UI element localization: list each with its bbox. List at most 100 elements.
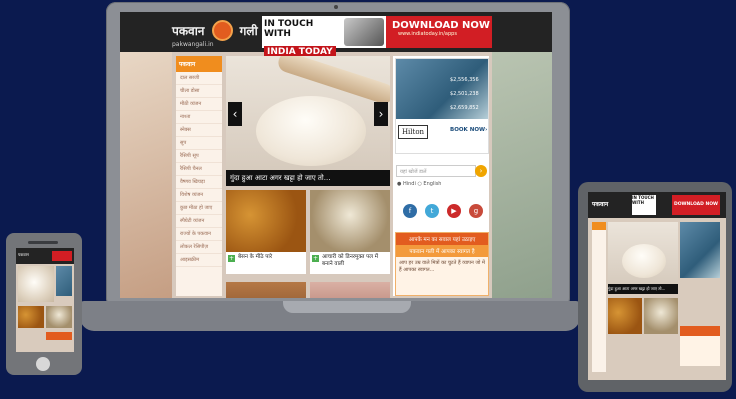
tablet-slider-caption[interactable]: गुंदा हुआ आटा अगर खट्टा हो जाए तो... (608, 284, 678, 294)
tablet-ad-download[interactable]: DOWNLOAD NOW (672, 195, 720, 215)
sidebar-item[interactable]: स्नेक्स (176, 124, 222, 137)
sidebar-item[interactable]: रैसिपी सूप (176, 150, 222, 163)
recipe-card[interactable]: + बेसन के मीठे पारे (226, 190, 306, 274)
tablet-recipe-image[interactable] (644, 298, 678, 334)
recipe-card[interactable]: + आचारी को डिनरमुक्त पल में बनाने वाली (310, 190, 390, 274)
laptop-screen: पकवान गली pakwangali.in IN TOUCH WITH IN… (120, 12, 552, 298)
sidebar-item[interactable]: कुछ मीठा हो जाए (176, 202, 222, 215)
radio-hindi-icon[interactable]: ● (397, 181, 401, 187)
sidebar-item[interactable]: मीठी व्यंजन (176, 98, 222, 111)
tablet-ad[interactable]: IN TOUCH WITH (632, 195, 656, 215)
phone-screen: पकवान (16, 248, 74, 352)
language-selector[interactable]: ● Hindi ○ English (397, 181, 441, 187)
site-header: पकवान गली pakwangali.in IN TOUCH WITH IN… (120, 12, 552, 58)
ad-url: www.indiatoday.in/apps (398, 31, 457, 37)
phone-slider[interactable] (18, 266, 54, 302)
tablet-sidebar (592, 222, 606, 372)
google-plus-icon[interactable]: g (469, 204, 483, 218)
page-background-left (120, 52, 172, 298)
tablet-slider[interactable]: गुंदा हुआ आटा अगर खट्टा हो जाए तो... (608, 222, 678, 294)
lang-hindi: Hindi (402, 181, 416, 187)
promo-text: आप हर उम्र वाले मित्रों का चुटते हैं व्य… (399, 260, 485, 273)
promo-subtitle: पकवान गली में आपका स्वागत है (396, 245, 488, 257)
logo-second-text: गली (239, 24, 258, 38)
ad-phone-image (344, 18, 384, 46)
promo-box: आपके मन का सवाल यहां उठाइए पकवान गली में… (395, 232, 489, 296)
plus-icon: + (228, 255, 235, 262)
facebook-icon[interactable]: f (403, 204, 417, 218)
sidebar-item[interactable]: रैसिपी चैनल (176, 163, 222, 176)
phone-speaker (28, 241, 58, 244)
sidebar-item[interactable]: वैष्णव खिचड़ा (176, 176, 222, 189)
tablet-screen: पकवान IN TOUCH WITH DOWNLOAD NOW गुंदा ह… (588, 192, 726, 380)
youtube-icon[interactable]: ▶ (447, 204, 461, 218)
sidebar-title: पकवान (176, 56, 222, 72)
search-input[interactable]: यहां खोजें डालें (396, 165, 476, 177)
sidebar-item[interactable]: आइसक्रीम (176, 254, 222, 267)
sidebar-item[interactable]: नाश्ता (176, 111, 222, 124)
sidebar-item[interactable]: सूप (176, 137, 222, 150)
recipe-caption-text: बेसन के मीठे पारे (238, 254, 273, 260)
search-button[interactable]: › (475, 165, 487, 177)
sidebar-item[interactable]: लोकल रेसिपीज़ (176, 241, 222, 254)
logo-domain: pakwangali.in (172, 41, 214, 48)
header-ad-banner[interactable]: IN TOUCH WITH INDIA TODAY DOWNLOAD NOW w… (262, 16, 492, 58)
phone-promo-title[interactable] (46, 332, 72, 340)
recipe-caption[interactable]: + आचारी को डिनरमुक्त पल में बनाने वाली (310, 252, 390, 274)
logo-emblem-icon (211, 20, 233, 41)
hilton-logo: Hilton (398, 125, 428, 139)
tablet-hilton-ad[interactable] (680, 222, 720, 278)
hilton-price: $2,556,356 (450, 77, 479, 83)
recipe-card[interactable] (310, 282, 390, 298)
phone-recipe-image[interactable] (18, 306, 44, 328)
lang-english: English (423, 181, 442, 187)
tablet-dough-image (622, 244, 666, 278)
phone-ad[interactable] (52, 251, 72, 261)
phone-logo[interactable]: पकवान (18, 252, 29, 258)
logo-main-text: पकवान (172, 24, 205, 38)
twitter-icon[interactable]: t (425, 204, 439, 218)
sidebar-item[interactable]: स्पैघेटी व्यंजन (176, 215, 222, 228)
recipe-image[interactable] (310, 190, 390, 252)
featured-slider[interactable]: ‹ › गुंदा हुआ आटा अगर खट्टा हो जाए तो... (226, 56, 390, 186)
slider-prev-button[interactable]: ‹ (228, 102, 242, 126)
recipe-card[interactable] (226, 282, 306, 298)
tablet-promo-box (680, 336, 720, 366)
dough-image (256, 96, 366, 166)
sidebar-item[interactable]: राज्यों के पकवान (176, 228, 222, 241)
ad-download[interactable]: DOWNLOAD NOW www.indiatoday.in/apps (386, 16, 492, 48)
hilton-ad-image: $2,556,356 $2,501,238 $2,659,852 (396, 59, 488, 119)
recipe-image[interactable] (310, 282, 390, 298)
page-background-right (492, 52, 552, 298)
plus-icon: + (312, 255, 319, 262)
tablet-site-header: पकवान IN TOUCH WITH DOWNLOAD NOW (588, 192, 726, 218)
right-column: $2,556,356 $2,501,238 $2,659,852 Hilton … (393, 56, 489, 296)
phone-recipe-image[interactable] (46, 306, 72, 328)
recipe-image[interactable] (226, 282, 306, 298)
hilton-price: $2,659,852 (450, 105, 479, 111)
phone-site-header: पकवान (16, 248, 74, 264)
hilton-ad[interactable]: $2,556,356 $2,501,238 $2,659,852 Hilton … (395, 58, 489, 154)
slider-caption[interactable]: गुंदा हुआ आटा अगर खट्टा हो जाए तो... (226, 170, 390, 186)
phone-home-button[interactable] (36, 357, 50, 371)
recipe-caption[interactable]: + बेसन के मीठे पारे (226, 252, 306, 274)
laptop-notch (283, 301, 411, 313)
slider-next-button[interactable]: › (374, 102, 388, 126)
category-sidebar: पकवान दाल सब्जी चीला डोसा मीठी व्यंजन ना… (176, 56, 222, 296)
sidebar-item[interactable]: चीला डोसा (176, 85, 222, 98)
promo-title[interactable]: आपके मन का सवाल यहां उठाइए (396, 233, 488, 245)
radio-english-icon[interactable]: ○ (417, 181, 421, 187)
ad-line1: IN TOUCH WITH (264, 19, 314, 39)
hilton-book-now-button[interactable]: BOOK NOW› (450, 127, 487, 133)
hilton-price: $2,501,238 (450, 91, 479, 97)
tablet-recipe-image[interactable] (608, 298, 642, 334)
recipe-image[interactable] (226, 190, 306, 252)
tablet-logo[interactable]: पकवान (592, 200, 608, 208)
phone-hilton-ad[interactable] (56, 266, 72, 296)
laptop-camera (334, 5, 338, 9)
sidebar-item[interactable]: दाल सब्जी (176, 72, 222, 85)
tablet-sidebar-title (592, 222, 606, 230)
site-logo[interactable]: पकवान गली pakwangali.in (172, 20, 262, 48)
tablet-promo-title[interactable] (680, 326, 720, 336)
sidebar-item[interactable]: विशेष व्यंजन (176, 189, 222, 202)
